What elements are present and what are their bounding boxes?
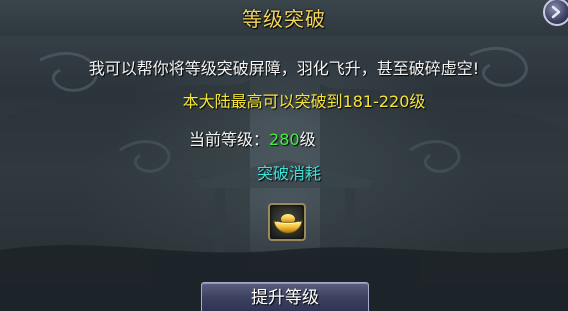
level-breakthrough-panel: 等级突破 我可以帮你将等级突破屏障，羽化飞升，甚至破碎虚空! 本大陆最高可以突破… — [0, 0, 568, 311]
dialog-title: 等级突破 — [242, 7, 326, 31]
background-scenery — [0, 46, 568, 311]
close-button[interactable] — [543, 0, 568, 26]
limit-text: 本大陆最高可以突破到181-220级 — [182, 92, 426, 111]
current-level-suffix: 级 — [299, 130, 316, 149]
cost-item-slot[interactable] — [268, 203, 306, 241]
current-level-label: 当前等级： — [189, 130, 270, 149]
close-icon — [551, 5, 561, 19]
current-level-value: 280 — [269, 130, 300, 149]
upgrade-level-button[interactable]: 提升等级 — [201, 282, 369, 311]
gold-ingot-icon — [273, 214, 303, 234]
description-text: 我可以帮你将等级突破屏障，羽化飞升，甚至破碎虚空! — [88, 59, 480, 78]
current-level: 当前等级：280级 — [189, 126, 316, 150]
cost-title: 突破消耗 — [256, 164, 321, 183]
